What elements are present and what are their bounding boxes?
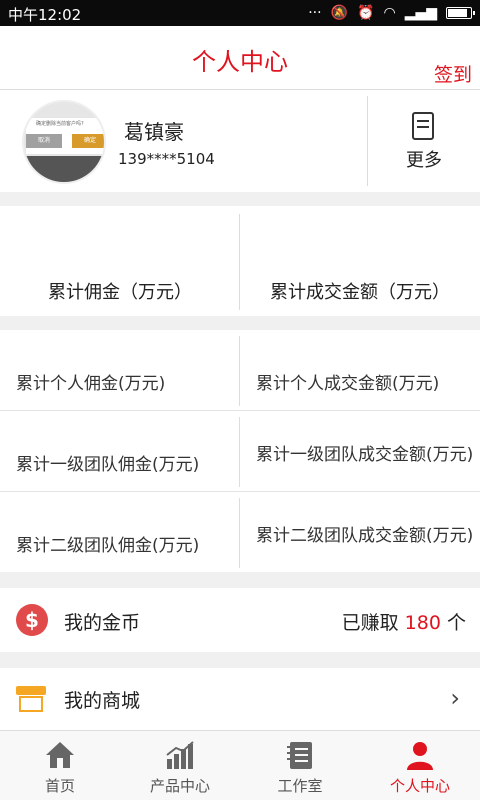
stat-label: 累计个人成交金额(万元) (256, 374, 440, 394)
coins-prefix: 已赚取 (341, 612, 399, 634)
total-turnover: 累计成交金额（万元） (240, 206, 480, 316)
wifi-icon: ◠ (383, 5, 396, 21)
user-icon (407, 742, 433, 770)
stat-label: 累计一级团队佣金(万元) (16, 455, 200, 475)
note-icon (412, 112, 434, 140)
stat-label: 累计一级团队成交金额(万元) (256, 445, 474, 465)
more-label: 更多 (406, 150, 442, 171)
avatar-bg (24, 156, 104, 182)
tab-bar: 首页 产品中心 工作室 个人中心 (0, 730, 480, 800)
stat-personal-commission: 累计个人佣金(万元) (0, 330, 240, 411)
dollar-icon: $ (16, 604, 48, 636)
stat-team2-commission: 累计二级团队佣金(万元) (0, 492, 240, 573)
stat-team1-commission: 累计一级团队佣金(万元) (0, 411, 240, 492)
user-name: 葛镇豪 (124, 120, 184, 144)
tab-label: 工作室 (277, 777, 323, 795)
coins-value: 180 (404, 612, 441, 634)
avatar-dialog-confirm: 确定 (72, 134, 104, 148)
battery-icon (446, 7, 475, 19)
my-mall-row[interactable]: 我的商城 › (0, 668, 480, 730)
tab-products[interactable]: 产品中心 (120, 731, 240, 800)
summary-panel: 累计佣金（万元） 累计成交金额（万元） (0, 206, 480, 316)
stat-label: 累计二级团队成交金额(万元) (256, 526, 474, 546)
page-title: 个人中心 (192, 48, 288, 76)
more-dots-icon: ··· (308, 5, 322, 21)
stat-label: 累计个人佣金(万元) (16, 374, 166, 394)
profile-card: 确定删除当前客户吗? 取消 确定 葛镇豪 139****5104 更多 (0, 90, 480, 192)
title-bar: 个人中心 签到 (0, 26, 480, 90)
coins-earned: 已赚取 180 个 (342, 608, 466, 635)
stats-row-team1: 累计一级团队佣金(万元) 累计一级团队成交金额(万元) (0, 411, 480, 492)
signal-icon: ▂▄▆ (404, 5, 437, 21)
avatar-dialog-text: 确定删除当前客户吗? (36, 121, 84, 127)
my-mall-label: 我的商城 (64, 690, 141, 712)
stat-personal-turnover: 累计个人成交金额(万元) (240, 330, 480, 411)
tab-studio[interactable]: 工作室 (240, 731, 360, 800)
total-commission: 累计佣金（万元） (0, 206, 240, 316)
stat-team1-turnover: 累计一级团队成交金额(万元) (240, 411, 480, 492)
stats-row-personal: 累计个人佣金(万元) 累计个人成交金额(万元) (0, 330, 480, 411)
stat-team2-turnover: 累计二级团队成交金额(万元) (240, 492, 480, 573)
total-turnover-label: 累计成交金额（万元） (270, 282, 450, 303)
home-icon (46, 742, 74, 768)
user-phone: 139****5104 (118, 150, 215, 168)
chart-icon (166, 741, 194, 769)
chevron-right-icon: › (450, 684, 460, 712)
more-button[interactable]: 更多 (368, 90, 480, 192)
tab-label: 个人中心 (389, 777, 450, 795)
tab-label: 首页 (44, 777, 75, 795)
my-coins-label: 我的金币 (64, 612, 141, 634)
avatar[interactable]: 确定删除当前客户吗? 取消 确定 (22, 100, 106, 184)
store-icon (16, 686, 46, 712)
sign-in-button[interactable]: 签到 (434, 60, 472, 87)
status-icons: ··· 🔕 ⏰ ◠ ▂▄▆ (308, 3, 475, 23)
my-coins-row[interactable]: $ 我的金币 已赚取 180 个 (0, 588, 480, 652)
stat-label: 累计二级团队佣金(万元) (16, 536, 200, 556)
avatar-dialog-cancel: 取消 (26, 134, 62, 148)
tab-label: 产品中心 (149, 777, 210, 795)
notebook-icon (287, 742, 312, 769)
alarm-icon: ⏰ (357, 5, 375, 21)
stats-grid: 累计个人佣金(万元) 累计个人成交金额(万元) 累计一级团队佣金(万元) 累计一… (0, 330, 480, 572)
stats-row-team2: 累计二级团队佣金(万元) 累计二级团队成交金额(万元) (0, 492, 480, 573)
total-commission-label: 累计佣金（万元） (48, 282, 192, 303)
coins-suffix: 个 (446, 612, 466, 634)
mute-icon: 🔕 (330, 5, 349, 21)
status-bar: 中午12:02 ··· 🔕 ⏰ ◠ ▂▄▆ (0, 0, 480, 26)
avatar-dialog: 确定删除当前客户吗? 取消 确定 (26, 118, 104, 154)
tab-personal-center[interactable]: 个人中心 (360, 731, 480, 800)
status-time: 中午12:02 (8, 6, 82, 24)
tab-home[interactable]: 首页 (0, 731, 120, 800)
